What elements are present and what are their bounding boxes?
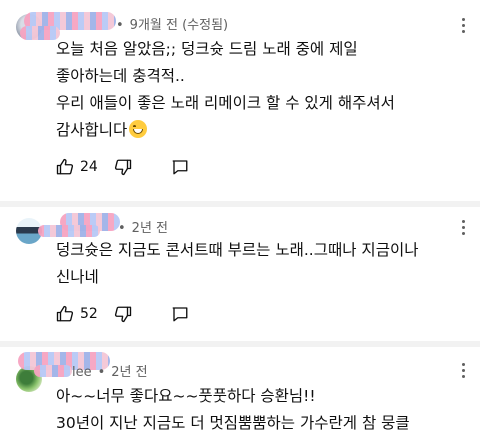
more-options-icon[interactable] bbox=[462, 363, 466, 381]
comment-line: 오늘 처음 알았음;; 덩크슛 드림 노래 중에 제일 bbox=[56, 40, 358, 58]
like-button[interactable]: 52 bbox=[56, 305, 98, 323]
comment-time: 2년 전 bbox=[111, 365, 148, 380]
like-icon bbox=[56, 305, 74, 323]
comment-meta: • 9개월 전 (수정됨) bbox=[116, 18, 229, 33]
comment-line: 신나네 bbox=[56, 268, 99, 286]
redacted-username bbox=[20, 26, 60, 40]
comment-line: 우리 애들이 좋은 노래 리메이크 할 수 있게 해주셔서 bbox=[56, 94, 395, 112]
comment-line: 30년이 지난 지금도 더 멋짐뿜뿜하는 가수란게 참 뭉클 bbox=[56, 414, 410, 432]
reply-icon bbox=[171, 305, 189, 323]
like-icon bbox=[56, 158, 74, 176]
more-options-icon[interactable] bbox=[462, 220, 466, 238]
comment-3: lee • 2년 전 아~~너무 좋다요~~풋풋하다 승환님!! 30년이 지난 지… bbox=[0, 347, 480, 440]
grinning-sweat-emoji bbox=[129, 120, 148, 138]
comment-1: • 9개월 전 (수정됨) 오늘 처음 알았음;; 덩크슛 드림 노래 중에 제일… bbox=[0, 0, 480, 201]
dislike-button[interactable] bbox=[114, 305, 132, 323]
comment-meta: • 2년 전 bbox=[118, 221, 168, 236]
dislike-icon bbox=[114, 158, 132, 176]
comment-time: 9개월 전 bbox=[129, 18, 178, 33]
comment-actions: 24 bbox=[56, 158, 216, 182]
comment-text: 오늘 처음 알았음;; 덩크슛 드림 노래 중에 제일 좋아하는데 충격적.. … bbox=[56, 36, 466, 144]
like-button[interactable]: 24 bbox=[56, 158, 98, 176]
dislike-button[interactable] bbox=[114, 158, 132, 176]
redacted-username bbox=[34, 365, 72, 377]
comment-text: 덩크슛은 지금도 콘서트때 부르는 노래..그때나 지금이나 신나네 bbox=[56, 237, 466, 291]
reply-button[interactable] bbox=[171, 158, 189, 176]
comment-2: • 2년 전 덩크슛은 지금도 콘서트때 부르는 노래..그때나 지금이나 신나네… bbox=[0, 207, 480, 341]
comment-line: 좋아하는데 충격적.. bbox=[56, 67, 185, 85]
redacted-username bbox=[38, 225, 100, 237]
comment-line: 감사합니다 bbox=[56, 121, 128, 139]
like-count: 24 bbox=[80, 159, 98, 175]
comment-time: 2년 전 bbox=[131, 221, 168, 236]
edited-label: (수정됨) bbox=[182, 18, 229, 33]
comment-meta: lee • 2년 전 bbox=[72, 365, 148, 380]
comment-line: 덩크슛은 지금도 콘서트때 부르는 노래..그때나 지금이나 bbox=[56, 241, 419, 259]
username[interactable]: lee bbox=[72, 365, 92, 380]
comment-text: 아~~너무 좋다요~~풋풋하다 승환님!! 30년이 지난 지금도 더 멋짐뿜뿜… bbox=[56, 383, 466, 437]
reply-button[interactable] bbox=[171, 305, 189, 323]
like-count: 52 bbox=[80, 306, 98, 322]
dislike-icon bbox=[114, 305, 132, 323]
more-options-icon[interactable] bbox=[462, 18, 466, 36]
comment-line: 아~~너무 좋다요~~풋풋하다 승환님!! bbox=[56, 387, 316, 405]
reply-icon bbox=[171, 158, 189, 176]
comment-actions: 52 bbox=[56, 305, 216, 329]
